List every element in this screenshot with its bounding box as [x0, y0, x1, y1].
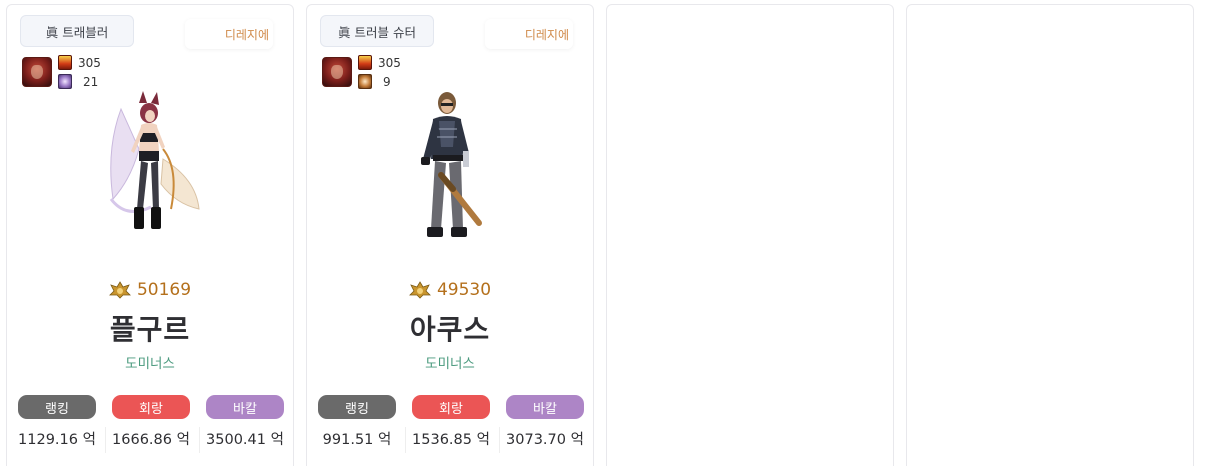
corridor-value: 1536.85 억	[412, 432, 490, 448]
corridor-label: 회랑	[412, 395, 490, 419]
job-badge: 眞 트래블러	[20, 15, 134, 47]
server-name: 도미너스	[425, 356, 475, 372]
character-card[interactable]: 眞 트러블 슈터 디레지에 305 9 49530 아쿠스 도미너스 랭킹 99…	[306, 4, 594, 466]
empty-card-slot	[606, 4, 894, 466]
adventure-name[interactable]: 디레지에	[485, 19, 573, 49]
metric-ranking: 랭킹 991.51 억	[318, 395, 396, 449]
character-name[interactable]: 아쿠스	[307, 308, 593, 348]
buff-avatar-icon	[322, 57, 352, 87]
fame-value: 49530	[436, 280, 492, 300]
corridor-label: 회랑	[112, 395, 190, 419]
character-name[interactable]: 플구르	[7, 308, 293, 348]
metric-bakal: 바칼 3500.41 억	[206, 395, 284, 449]
aura-level: 9	[383, 75, 391, 89]
fire-emblem-icon	[358, 55, 372, 70]
metric-corridor: 회랑 1536.85 억	[412, 395, 490, 449]
bakal-value: 3073.70 억	[506, 432, 584, 448]
aura-level: 21	[83, 75, 99, 89]
aura-icon	[58, 74, 72, 89]
metric-ranking: 랭킹 1129.16 억	[18, 395, 96, 449]
character-sprite	[421, 92, 482, 237]
buff-level: 305	[378, 56, 401, 70]
divider	[105, 427, 106, 453]
adventure-name[interactable]: 디레지에	[185, 19, 273, 49]
character-card[interactable]: 眞 트래블러 디레지에 305 21 50169 플구르 도미너스 랭킹 112…	[6, 4, 294, 466]
fame: 50169	[7, 280, 293, 300]
ranking-label: 랭킹	[318, 395, 396, 419]
fame-crest-icon	[408, 281, 431, 299]
divider	[405, 427, 406, 453]
server-name: 도미너스	[125, 356, 175, 372]
metric-bakal: 바칼 3073.70 억	[506, 395, 584, 449]
aura-icon	[358, 74, 372, 89]
character-card-grid: 眞 트래블러 디레지에 305 21 50169 플구르 도미너스 랭킹 112…	[0, 0, 1212, 466]
divider	[199, 427, 200, 453]
fire-emblem-icon	[58, 55, 72, 70]
buff-level: 305	[78, 56, 101, 70]
metric-corridor: 회랑 1666.86 억	[112, 395, 190, 449]
buff-avatar-icon	[22, 57, 52, 87]
ranking-value: 991.51 억	[322, 432, 392, 448]
fame-crest-icon	[108, 281, 131, 299]
character-sprite	[109, 91, 200, 229]
job-badge: 眞 트러블 슈터	[320, 15, 434, 47]
empty-card-slot	[906, 4, 1194, 466]
bakal-value: 3500.41 억	[206, 432, 284, 448]
ranking-value: 1129.16 억	[18, 432, 96, 448]
corridor-value: 1666.86 억	[112, 432, 190, 448]
bakal-label: 바칼	[506, 395, 584, 419]
divider	[499, 427, 500, 453]
ranking-label: 랭킹	[18, 395, 96, 419]
fame-value: 50169	[136, 280, 192, 300]
bakal-label: 바칼	[206, 395, 284, 419]
fame: 49530	[307, 280, 593, 300]
